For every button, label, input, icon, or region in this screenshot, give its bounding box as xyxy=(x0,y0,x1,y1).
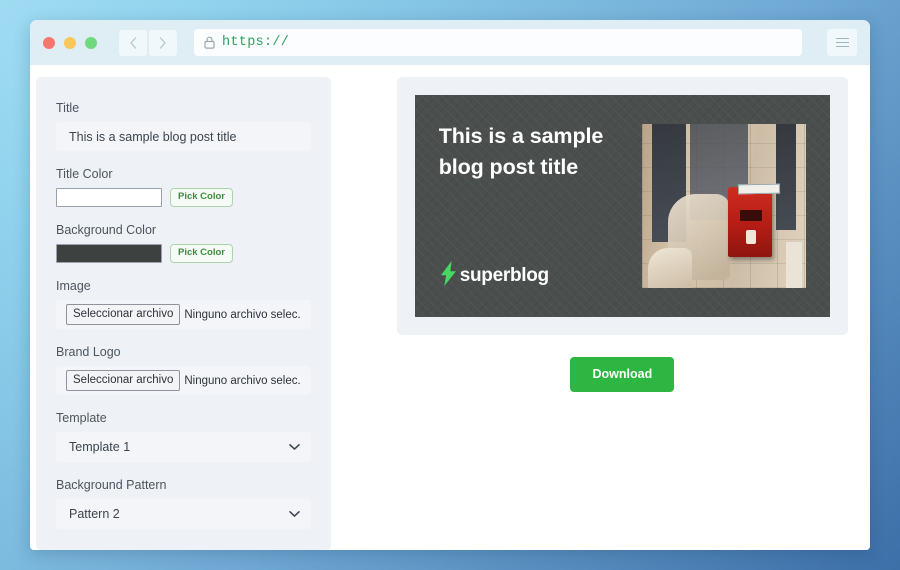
menu-line xyxy=(835,45,849,48)
background-color-row: Pick Color xyxy=(56,244,311,263)
hamburger-menu-icon[interactable] xyxy=(827,29,857,56)
brand-lockup: superblog xyxy=(439,261,630,291)
preview-column: This is a sample blog post title superbl… xyxy=(331,77,870,550)
title-input[interactable] xyxy=(56,122,311,151)
background-color-swatch[interactable] xyxy=(56,244,162,263)
field-background-color: Background Color Pick Color xyxy=(56,223,311,263)
title-pick-color-button[interactable]: Pick Color xyxy=(170,188,233,207)
alarm-box-label xyxy=(737,183,781,195)
forward-button[interactable] xyxy=(149,29,177,56)
preview-panel: This is a sample blog post title superbl… xyxy=(396,77,848,335)
menu-line xyxy=(835,37,849,40)
page-content: Title Title Color Pick Color Background … xyxy=(30,65,870,550)
pattern-select[interactable]: Pattern 2 xyxy=(56,499,311,529)
field-template: Template Template 1 xyxy=(56,411,311,462)
background-pick-color-button[interactable]: Pick Color xyxy=(170,244,233,263)
maximize-window-button[interactable] xyxy=(85,36,97,49)
image-choose-file-button[interactable]: Seleccionar archivo xyxy=(66,304,181,325)
card-image xyxy=(642,124,806,288)
chevron-left-icon xyxy=(130,36,137,49)
download-button[interactable]: Download xyxy=(570,357,675,392)
field-background-pattern: Background Pattern Pattern 2 xyxy=(56,478,311,529)
dark-panel-right xyxy=(776,124,796,230)
image-label: Image xyxy=(56,279,91,293)
white-post xyxy=(786,242,802,288)
wall-figure-lower xyxy=(648,248,692,288)
background-color-label: Background Color xyxy=(56,223,157,237)
field-brand-logo: Brand Logo Seleccionar archivo Ninguno a… xyxy=(56,345,311,395)
address-bar[interactable]: https:// xyxy=(194,29,802,56)
menu-line xyxy=(835,41,849,44)
pattern-select-wrap: Pattern 2 xyxy=(56,499,311,529)
background-pattern-label: Background Pattern xyxy=(56,478,167,492)
field-image: Image Seleccionar archivo Ninguno archiv… xyxy=(56,279,311,329)
field-title: Title xyxy=(56,101,311,151)
image-file-input[interactable]: Seleccionar archivo Ninguno archivo sele… xyxy=(56,300,311,329)
title-color-label: Title Color xyxy=(56,167,113,181)
chevron-right-icon xyxy=(159,36,166,49)
window-traffic-lights xyxy=(43,36,97,49)
close-window-button[interactable] xyxy=(43,36,55,49)
navigation-buttons xyxy=(119,29,177,56)
back-button[interactable] xyxy=(119,29,147,56)
url-text: https:// xyxy=(222,35,290,50)
download-row: Download xyxy=(397,357,848,392)
image-file-status: Ninguno archivo selec. xyxy=(184,308,301,321)
title-color-row: Pick Color xyxy=(56,188,311,207)
template-label: Template xyxy=(56,411,107,425)
title-label: Title xyxy=(56,101,80,115)
brand-logo-file-input[interactable]: Seleccionar archivo Ninguno archivo sele… xyxy=(56,366,311,395)
brand-name: superblog xyxy=(459,265,549,286)
brand-logo-choose-file-button[interactable]: Seleccionar archivo xyxy=(66,370,181,391)
template-select[interactable]: Template 1 xyxy=(56,432,311,462)
template-select-wrap: Template 1 xyxy=(56,432,311,462)
minimize-window-button[interactable] xyxy=(64,36,76,49)
browser-toolbar: https:// xyxy=(30,20,870,65)
preview-card: This is a sample blog post title superbl… xyxy=(415,95,830,317)
settings-form-panel: Title Title Color Pick Color Background … xyxy=(36,77,331,550)
brand-logo-file-status: Ninguno archivo selec. xyxy=(184,374,301,387)
red-alarm-box xyxy=(728,187,772,257)
alarm-box-knob xyxy=(746,230,756,244)
title-color-swatch[interactable] xyxy=(56,188,162,207)
field-title-color: Title Color Pick Color xyxy=(56,167,311,207)
lock-icon xyxy=(204,36,215,49)
lightning-bolt-icon xyxy=(439,261,458,291)
browser-window: https:// Title Title Color Pick Color xyxy=(30,20,870,550)
card-text-block: This is a sample blog post title superbl… xyxy=(439,121,642,291)
alarm-box-slot xyxy=(740,210,762,221)
card-title: This is a sample blog post title xyxy=(438,124,604,179)
brand-logo-label: Brand Logo xyxy=(56,345,121,359)
